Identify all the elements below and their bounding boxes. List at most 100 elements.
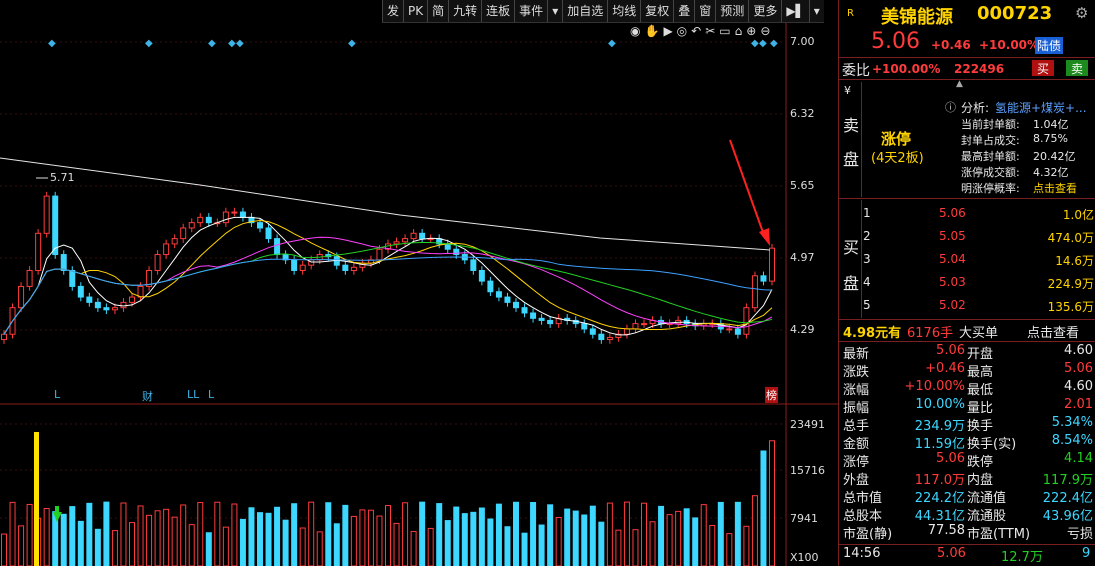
stat-value: 117.0万 bbox=[914, 473, 965, 488]
toolbar-adjust-button[interactable]: 复权 bbox=[640, 0, 673, 22]
volume-bar bbox=[308, 501, 315, 566]
volume-bar bbox=[666, 514, 673, 566]
snapshot-icon[interactable]: ◎ bbox=[677, 24, 687, 38]
diamond-marker[interactable]: ◆ bbox=[770, 38, 778, 49]
stat-key: 最新 bbox=[843, 347, 870, 362]
limit-probability-link[interactable]: 点击查看 bbox=[1033, 180, 1077, 196]
big-order-row[interactable]: 4.98元有 6176手 大买单 点击查看 bbox=[839, 322, 1095, 341]
volume-bar bbox=[717, 501, 724, 566]
diamond-marker[interactable]: ◆ bbox=[608, 38, 616, 49]
collapse-chevron-icon[interactable]: ▲ bbox=[956, 79, 963, 89]
stat-key: 换手(实) bbox=[967, 437, 1017, 452]
volume-bar bbox=[214, 501, 221, 566]
toolbar-panel-toggle-icon[interactable]: ▶▌ bbox=[781, 0, 808, 22]
price-axis-label: 5.65 bbox=[790, 179, 815, 192]
hand-icon[interactable]: ✋ bbox=[644, 24, 659, 38]
stat-key: 市盈(TTM) bbox=[967, 527, 1031, 542]
event-label[interactable]: L bbox=[208, 388, 214, 401]
order-volume: 1.0亿 bbox=[1062, 208, 1094, 222]
undo-icon[interactable]: ↶ bbox=[691, 24, 701, 38]
buy-order-row[interactable]: 4 5.03 224.9万 bbox=[839, 275, 1095, 297]
toolbar-forecast-button[interactable]: 预测 bbox=[715, 0, 748, 22]
kline-chart[interactable]: ◆ ◆ ◆ ◆ ◆ ◆ ◆ ◆ ◆ ◆ 5.71 L 财 LL L 榜 7.00… bbox=[0, 0, 838, 566]
volume-bar bbox=[248, 507, 255, 566]
diamond-marker[interactable]: ◆ bbox=[208, 38, 216, 49]
candle-body bbox=[52, 195, 59, 256]
candle-body bbox=[60, 254, 67, 271]
volume-bar bbox=[538, 524, 545, 566]
volume-bar bbox=[743, 525, 750, 566]
volume-bar bbox=[342, 504, 349, 566]
stat-value: 11.59亿 bbox=[914, 437, 965, 452]
buy-button[interactable]: 买 bbox=[1032, 60, 1054, 76]
price-axis-label: 7.00 bbox=[790, 35, 815, 48]
scissors-icon[interactable]: ✂ bbox=[705, 24, 715, 38]
volume-bars bbox=[1, 440, 775, 566]
stat-row: 总手 234.9万 换手 5.34% bbox=[839, 415, 1095, 434]
volume-bar bbox=[385, 505, 391, 566]
volume-bar bbox=[274, 506, 281, 566]
play-icon[interactable]: ▶ bbox=[663, 24, 672, 38]
stat-value: +10.00% bbox=[904, 379, 965, 394]
stat-value: 5.06 bbox=[1064, 361, 1093, 376]
toolbar-ma-button[interactable]: 均线 bbox=[607, 0, 640, 22]
toolbar-fa-button[interactable]: 发 bbox=[382, 0, 403, 22]
toolbar-panel-dropdown[interactable]: ▾ bbox=[808, 0, 824, 22]
limit-stat-key: 当前封单额: bbox=[961, 118, 1020, 131]
diamond-marker[interactable]: ◆ bbox=[236, 38, 244, 49]
stat-value: 5.06 bbox=[936, 343, 965, 358]
diamond-marker[interactable]: ◆ bbox=[145, 38, 153, 49]
stat-key: 振幅 bbox=[843, 401, 870, 416]
buy-order-row[interactable]: 2 5.05 474.0万 bbox=[839, 229, 1095, 251]
toolbar-overlay-button[interactable]: 叠 bbox=[673, 0, 694, 22]
stock-tag[interactable]: 陆债 bbox=[1035, 37, 1064, 54]
toolbar-event-dropdown[interactable]: ▾ bbox=[547, 0, 562, 22]
gear-icon[interactable]: ⚙ bbox=[1075, 4, 1088, 22]
toolbar-nine-turn-button[interactable]: 九转 bbox=[448, 0, 481, 22]
toolbar-window-button[interactable]: 窗 bbox=[694, 0, 715, 22]
event-label[interactable]: LL bbox=[187, 388, 199, 401]
order-price: 5.05 bbox=[939, 229, 966, 243]
analysis-value-link[interactable]: 氢能源+煤炭+... bbox=[995, 99, 1087, 116]
toolbar-limit-board-button[interactable]: 连板 bbox=[481, 0, 514, 22]
toolbar-add-watchlist-button[interactable]: 加自选 bbox=[562, 0, 607, 22]
buy-order-row[interactable]: 1 5.06 1.0亿 bbox=[839, 206, 1095, 228]
stat-key: 总手 bbox=[843, 419, 870, 434]
diamond-marker[interactable]: ◆ bbox=[751, 38, 759, 49]
event-label[interactable]: 财 bbox=[142, 388, 153, 404]
toolbar-more-button[interactable]: 更多 bbox=[748, 0, 781, 22]
weibi-diff: 222496 bbox=[954, 62, 1005, 76]
volume-bar bbox=[205, 532, 212, 566]
volume-bar bbox=[291, 503, 298, 566]
diamond-marker[interactable]: ◆ bbox=[348, 38, 356, 49]
toolbar-pk-button[interactable]: PK bbox=[403, 0, 427, 22]
toolbar-event-button[interactable]: 事件 bbox=[514, 0, 547, 22]
diamond-marker[interactable]: ◆ bbox=[48, 38, 56, 49]
limit-stat-value: 8.75% bbox=[1033, 132, 1068, 145]
sell-button[interactable]: 卖 bbox=[1066, 60, 1088, 76]
volume-bar bbox=[188, 524, 195, 566]
volume-bar bbox=[111, 530, 118, 566]
zoom-out-icon[interactable]: ⊖ bbox=[760, 24, 770, 38]
toolbar-simple-button[interactable]: 简 bbox=[427, 0, 448, 22]
info-icon[interactable]: ⓘ bbox=[945, 99, 956, 115]
diamond-marker[interactable]: ◆ bbox=[228, 38, 236, 49]
diamond-marker[interactable]: ◆ bbox=[759, 38, 767, 49]
buy-order-row[interactable]: 5 5.02 135.6万 bbox=[839, 298, 1095, 320]
limit-stat-key: 涨停成交额: bbox=[961, 166, 1020, 179]
volume-bar bbox=[359, 509, 366, 566]
billboard-tag[interactable]: 榜 bbox=[765, 387, 778, 403]
lock-icon[interactable]: ⌂ bbox=[735, 24, 743, 38]
candle-body bbox=[606, 336, 613, 341]
big-order-view-link[interactable]: 点击查看 bbox=[1027, 322, 1079, 341]
volume-bar bbox=[615, 529, 622, 566]
buy-order-row[interactable]: 3 5.04 14.6万 bbox=[839, 252, 1095, 274]
zoom-in-icon[interactable]: ⊕ bbox=[746, 24, 756, 38]
high-marker-label: 5.71 bbox=[50, 171, 75, 184]
eye-icon[interactable]: ◉ bbox=[630, 24, 640, 38]
stat-row: 外盘 117.0万 内盘 117.9万 bbox=[839, 469, 1095, 488]
candle-body bbox=[197, 216, 204, 224]
bag-icon[interactable]: ▭ bbox=[719, 24, 730, 38]
event-label[interactable]: L bbox=[54, 388, 60, 401]
volume-bar bbox=[436, 503, 443, 566]
